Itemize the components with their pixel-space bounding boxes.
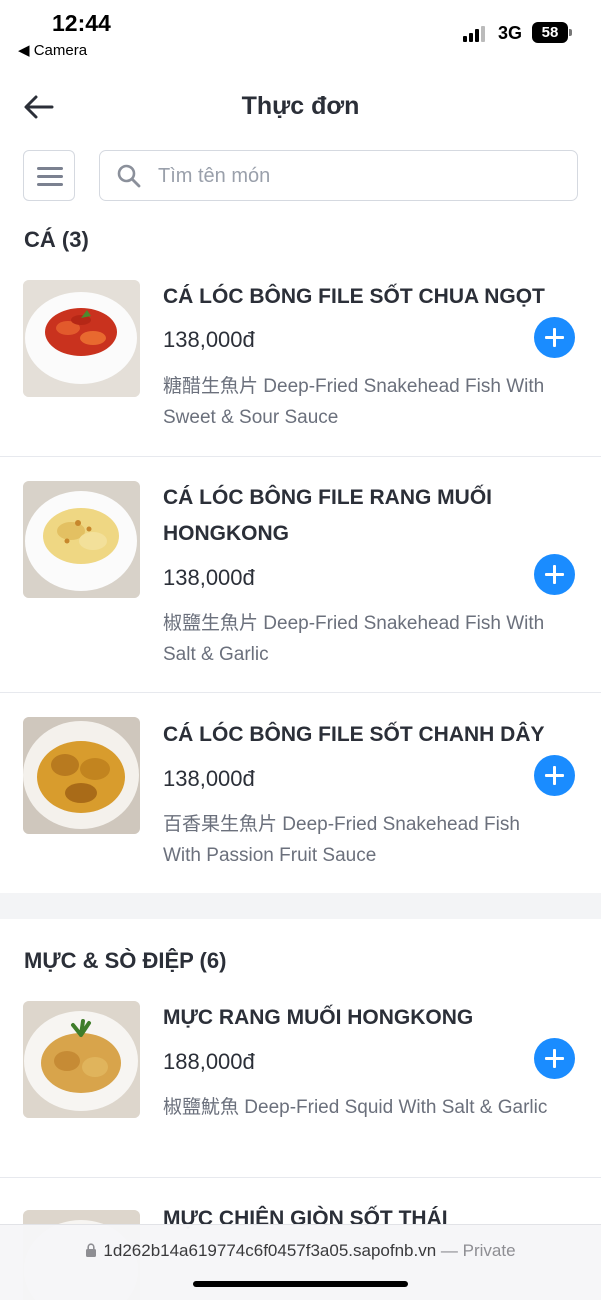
section-separator <box>0 893 601 919</box>
category-menu-button[interactable] <box>23 150 75 201</box>
divider <box>0 692 601 693</box>
item-description: 百香果生魚片 Deep-Fried Snakehead Fish With Pa… <box>163 814 520 866</box>
divider <box>0 1177 601 1178</box>
item-name[interactable]: MỰC RANG MUỐI HONGKONG <box>163 1000 575 1036</box>
lock-icon <box>86 1243 97 1257</box>
add-to-cart-button[interactable] <box>534 554 575 595</box>
item-name[interactable]: CÁ LÓC BÔNG FILE SỐT CHANH DÂY <box>163 717 575 753</box>
item-description: 椒鹽生魚片 Deep-Fried Snakehead Fish With Sal… <box>163 613 545 665</box>
divider <box>0 456 601 457</box>
signal-icon <box>463 26 489 42</box>
section-title-squid-scallop: MỰC & SÒ ĐIỆP (6) <box>24 948 227 973</box>
add-to-cart-button[interactable] <box>534 317 575 358</box>
item-price: 188,000đ <box>163 1049 255 1074</box>
add-to-cart-button[interactable] <box>534 755 575 796</box>
status-time: 12:44 <box>52 10 111 36</box>
page-title: Thực đơn <box>241 92 360 120</box>
fish-passion-fruit-photo[interactable] <box>23 717 140 834</box>
item-name[interactable]: CÁ LÓC BÔNG FILE SỐT CHUA NGỌT <box>163 279 575 315</box>
private-label: — Private <box>440 1241 516 1260</box>
browser-address-bar[interactable]: 1d262b14a619774c6f0457f3a05.sapofnb.vn —… <box>0 1224 601 1300</box>
item-price: 138,000đ <box>163 565 255 590</box>
item-name[interactable]: CÁ LÓC BÔNG FILE RANG MUỐI HONGKONG <box>163 480 575 552</box>
network-type: 3G <box>498 23 523 43</box>
item-price: 138,000đ <box>163 766 255 791</box>
item-description: 椒鹽魷魚 Deep-Fried Squid With Salt & Garlic <box>163 1097 548 1118</box>
fish-salt-garlic-photo[interactable] <box>23 481 140 598</box>
item-price: 138,000đ <box>163 327 255 352</box>
search-input[interactable] <box>158 162 558 190</box>
squid-salt-garlic-photo[interactable] <box>23 1001 140 1118</box>
fish-sweet-sour-photo[interactable] <box>23 280 140 397</box>
search-box[interactable] <box>99 150 578 201</box>
battery-icon: 58 <box>532 22 572 43</box>
back-to-camera-link[interactable]: ◀ Camera <box>18 41 87 59</box>
item-description: 糖醋生魚片 Deep-Fried Snakehead Fish With Swe… <box>163 376 545 428</box>
status-bar: 12:44 ◀ Camera 3G 58 <box>0 0 601 66</box>
add-to-cart-button[interactable] <box>534 1038 575 1079</box>
url-row[interactable]: 1d262b14a619774c6f0457f3a05.sapofnb.vn —… <box>0 1241 601 1261</box>
section-title-fish: CÁ (3) <box>24 227 89 252</box>
url-text: 1d262b14a619774c6f0457f3a05.sapofnb.vn <box>103 1241 437 1260</box>
search-icon <box>117 164 141 188</box>
home-indicator[interactable] <box>193 1281 408 1287</box>
